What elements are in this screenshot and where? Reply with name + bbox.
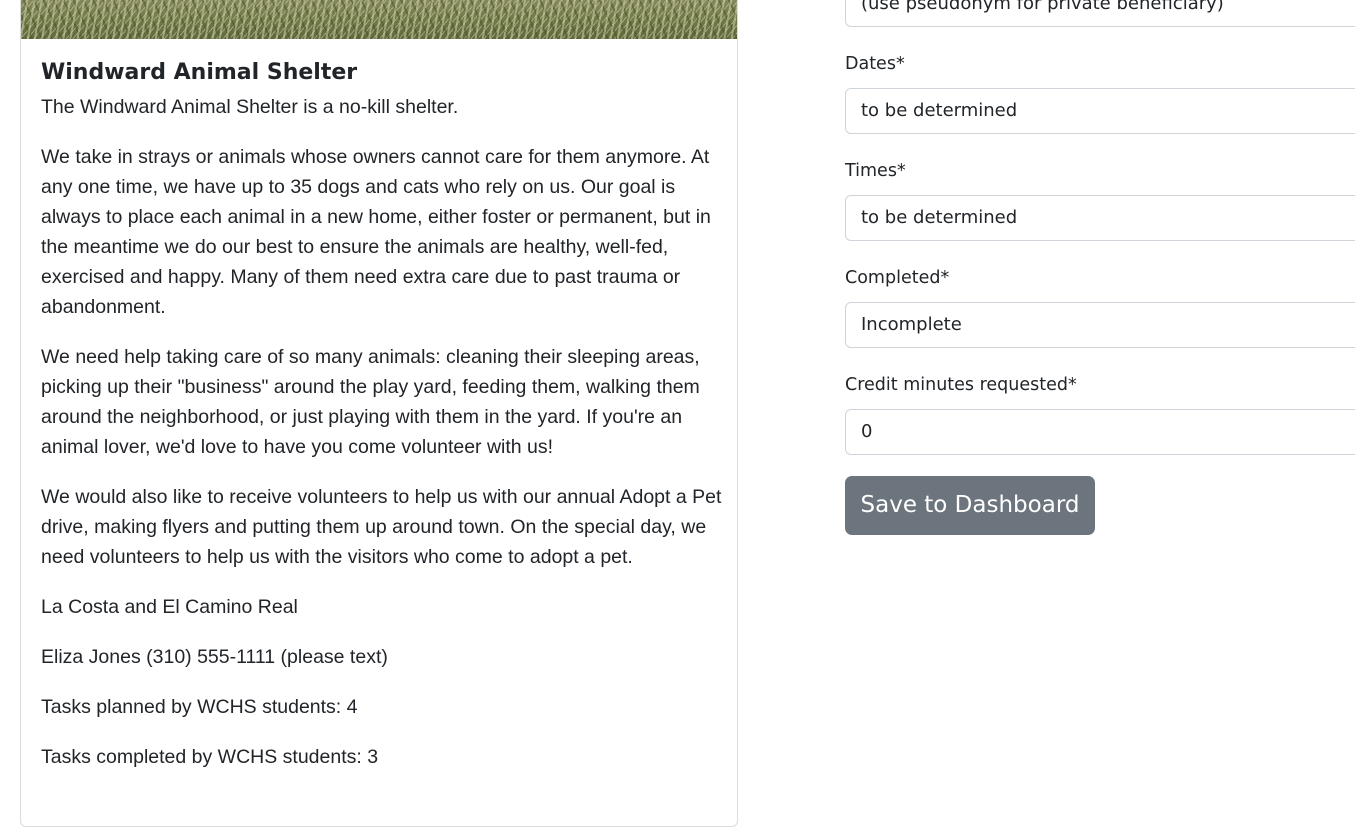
times-label: Times* bbox=[845, 161, 906, 181]
shelter-grass-image bbox=[21, 0, 737, 39]
completed-select[interactable]: Incomplete bbox=[845, 302, 1355, 348]
completed-label: Completed* bbox=[845, 268, 950, 288]
shelter-contact: Eliza Jones (310) 555-1111 (please text) bbox=[41, 646, 388, 668]
save-to-dashboard-button[interactable]: Save to Dashboard bbox=[845, 476, 1095, 535]
shelter-description-1: We take in strays or animals whose owner… bbox=[41, 146, 711, 318]
shelter-intro: The Windward Animal Shelter is a no-kill… bbox=[41, 96, 459, 118]
dates-label: Dates* bbox=[845, 54, 905, 74]
credit-minutes-label: Credit minutes requested* bbox=[845, 375, 1077, 395]
shelter-card-body: Windward Animal Shelter The Windward Ani… bbox=[41, 59, 725, 772]
shelter-description-2: We need help taking care of so many anim… bbox=[41, 346, 700, 458]
times-input[interactable]: to be determined bbox=[845, 195, 1355, 241]
shelter-title: Windward Animal Shelter bbox=[41, 60, 358, 85]
tasks-completed-count: Tasks completed by WCHS students: 3 bbox=[41, 746, 379, 768]
tasks-planned-count: Tasks planned by WCHS students: 4 bbox=[41, 696, 358, 718]
beneficiary-input[interactable]: (use pseudonym for private beneficiary) bbox=[845, 0, 1355, 27]
credit-minutes-input[interactable]: 0 bbox=[845, 409, 1355, 455]
shelter-card: Windward Animal Shelter The Windward Ani… bbox=[20, 0, 738, 827]
shelter-location: La Costa and El Camino Real bbox=[41, 596, 298, 618]
shelter-description-3: We would also like to receive volunteers… bbox=[41, 486, 722, 568]
dates-input[interactable]: to be determined bbox=[845, 88, 1355, 134]
